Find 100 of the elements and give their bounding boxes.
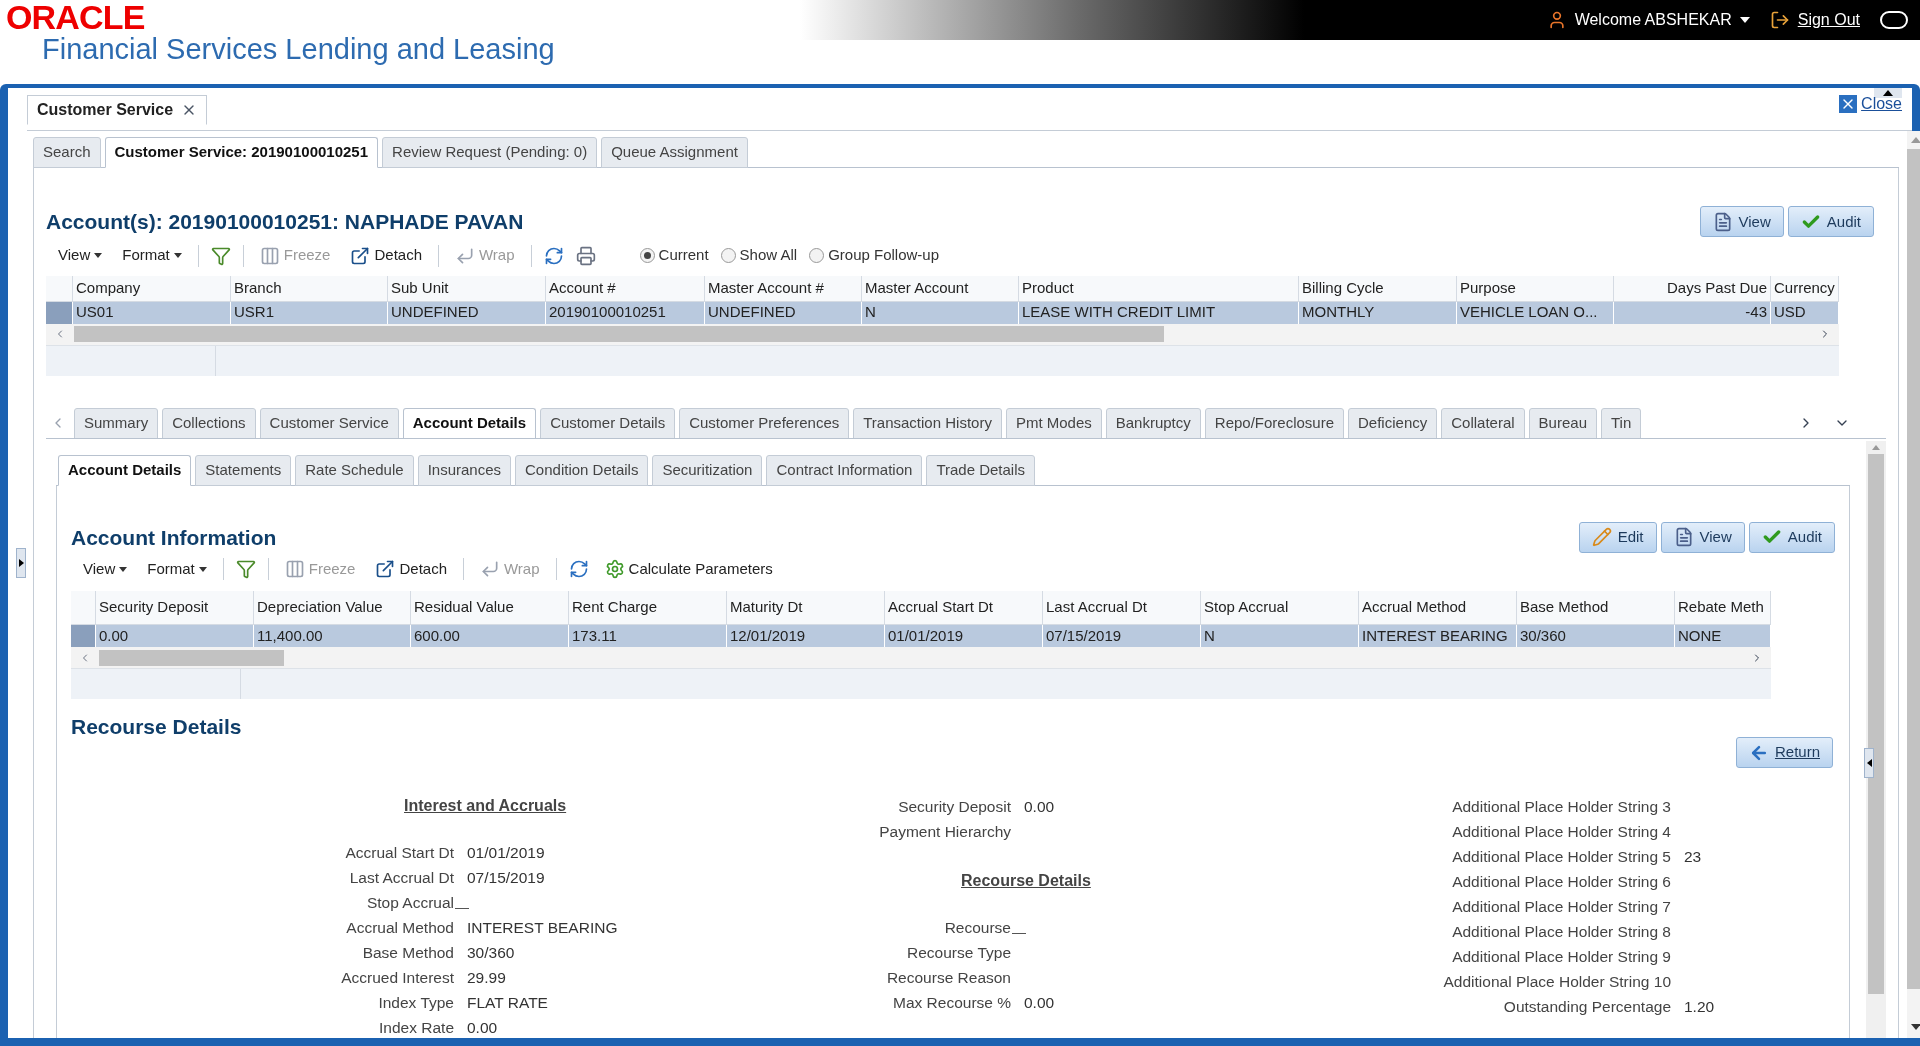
menu-button[interactable]: Format <box>118 244 186 267</box>
column-header[interactable]: Sub Unit <box>388 275 546 301</box>
close-link[interactable]: Close <box>1839 92 1902 116</box>
tab[interactable]: Customer Service <box>259 407 399 438</box>
toggle-icon[interactable] <box>1880 11 1908 29</box>
column-header[interactable]: Last Accrual Dt <box>1043 591 1201 624</box>
tab[interactable]: Customer Service: 20190100010251 <box>104 137 379 168</box>
toolbar-button[interactable]: Detach <box>346 244 426 267</box>
table-cell: LEASE WITH CREDIT LIMIT <box>1019 301 1299 324</box>
field-label: Accrual Start Dt <box>344 842 454 863</box>
horizontal-scrollbar[interactable] <box>46 323 1839 346</box>
filter-icon[interactable] <box>210 245 231 266</box>
field-value: FLAT RATE <box>467 992 548 1013</box>
tab[interactable]: Bureau <box>1528 407 1597 438</box>
tab[interactable]: Condition Details <box>515 454 649 486</box>
tab[interactable]: Customer Preferences <box>679 407 850 438</box>
menu-button[interactable]: Format <box>143 557 211 581</box>
column-header[interactable]: Purpose <box>1457 275 1614 301</box>
caret-icon <box>173 253 182 258</box>
expand-left-panel-icon[interactable] <box>16 548 26 578</box>
tab[interactable]: Summary <box>74 407 159 438</box>
tab[interactable]: Collections <box>162 407 256 438</box>
sign-out-link[interactable]: Sign Out <box>1797 8 1860 32</box>
column-header[interactable]: Account # <box>546 275 705 301</box>
column-header[interactable]: Currency <box>1771 275 1839 301</box>
wrap-icon <box>480 559 500 579</box>
user-menu[interactable]: Welcome ABSHEKAR <box>1574 8 1750 32</box>
tab[interactable]: Pmt Modes <box>1005 407 1102 438</box>
column-header[interactable]: Residual Value <box>411 591 569 624</box>
column-header[interactable]: Master Account # <box>705 275 862 301</box>
tab[interactable]: Customer Details <box>540 407 676 438</box>
field-value: 0.00 <box>1024 796 1055 817</box>
action-button[interactable]: View <box>1699 206 1784 238</box>
tab[interactable]: Deficiency <box>1348 407 1438 438</box>
table-cell: US01 <box>73 301 231 324</box>
column-header[interactable]: Security Deposit <box>96 591 254 624</box>
field-value: INTEREST BEARING <box>467 917 618 938</box>
column-header[interactable]: Rent Charge <box>569 591 727 624</box>
field-label: Max Recourse % <box>892 992 1011 1013</box>
tab[interactable]: Securitization <box>652 454 763 486</box>
toolbar-button[interactable]: Detach <box>371 557 451 581</box>
tab[interactable]: Contract Information <box>766 454 923 486</box>
column-header[interactable]: Days Past Due <box>1614 275 1771 301</box>
field-value: 1.20 <box>1684 996 1715 1017</box>
menu-button[interactable]: View <box>79 557 132 581</box>
horizontal-scrollbar[interactable] <box>71 647 1771 669</box>
action-button[interactable]: Audit <box>1748 521 1835 553</box>
refresh-icon[interactable] <box>543 245 564 266</box>
toolbar-button[interactable]: Calculate Parameters <box>600 557 777 581</box>
tab[interactable]: Review Request (Pending: 0) <box>382 137 598 168</box>
collapse-header-icon[interactable] <box>1874 88 1902 98</box>
tab[interactable]: Rate Schedule <box>295 454 414 486</box>
tab[interactable]: Transaction History <box>853 407 1002 438</box>
vertical-scrollbar[interactable] <box>1907 131 1920 1038</box>
table-row[interactable]: US01 USR1 UNDEFINED 20190100010251 UNDEFINED N LEASE WITH CREDIT LIMIT MONTHLY VEHICLE LOAN O... -43 USD <box>46 301 1839 324</box>
expand-right-panel-icon[interactable] <box>1864 748 1874 778</box>
field-value: 07/15/2019 <box>467 867 545 888</box>
column-header[interactable]: Maturity Dt <box>727 591 885 624</box>
tab[interactable]: Account Details <box>402 407 537 438</box>
column-header[interactable]: Branch <box>231 275 388 301</box>
column-header[interactable]: Accrual Method <box>1359 591 1517 624</box>
tab[interactable]: Statements <box>195 454 292 486</box>
tab[interactable]: Account Details <box>58 454 192 486</box>
column-header[interactable]: Stop Accrual <box>1201 591 1359 624</box>
tab[interactable]: Tin <box>1601 407 1642 438</box>
tab[interactable]: Queue Assignment <box>601 137 748 168</box>
sign-out-icon <box>1769 10 1790 30</box>
action-button[interactable]: Edit <box>1578 521 1657 553</box>
column-header[interactable]: Billing Cycle <box>1299 275 1457 301</box>
column-header[interactable]: Company <box>73 275 231 301</box>
tab[interactable]: Bankruptcy <box>1105 407 1201 438</box>
radio-button[interactable] <box>809 248 825 263</box>
refresh-icon[interactable] <box>568 559 589 579</box>
tab[interactable]: Search <box>33 137 101 168</box>
column-header[interactable]: Accrual Start Dt <box>885 591 1043 624</box>
table-row[interactable]: 0.00 11,400.00 600.00 173.11 12/01/2019 01/01/2019 07/15/2019 N INTEREST BEARING 30/360 NONE <box>71 625 1771 647</box>
row-selector[interactable] <box>71 625 96 647</box>
radio-button[interactable] <box>639 248 655 263</box>
tab[interactable]: Insurances <box>417 454 511 486</box>
tab[interactable]: Repo/Foreclosure <box>1204 407 1345 438</box>
column-header[interactable]: Base Method <box>1517 591 1675 624</box>
detach-icon <box>350 245 371 266</box>
column-header[interactable]: Master Account <box>862 275 1019 301</box>
page-tab[interactable]: Customer Service <box>27 95 208 125</box>
print-icon[interactable] <box>575 245 596 266</box>
column-header[interactable]: Rebate Meth <box>1675 591 1771 624</box>
vertical-scrollbar[interactable] <box>1866 440 1886 1038</box>
column-header[interactable]: Product <box>1019 275 1299 301</box>
action-button[interactable]: View <box>1660 521 1745 553</box>
row-selector[interactable] <box>46 301 73 324</box>
product-name: Financial Services Lending and Leasing <box>41 32 555 66</box>
action-button[interactable]: Audit <box>1787 206 1874 238</box>
action-button[interactable]: Return <box>1735 737 1833 768</box>
filter-icon[interactable] <box>235 559 256 579</box>
table-cell: VEHICLE LOAN O... <box>1457 301 1614 324</box>
tab[interactable]: Collateral <box>1441 407 1525 438</box>
tab[interactable]: Trade Details <box>926 454 1036 486</box>
radio-button[interactable] <box>720 248 736 263</box>
column-header[interactable]: Depreciation Value <box>254 591 411 624</box>
menu-button[interactable]: View <box>54 244 107 267</box>
